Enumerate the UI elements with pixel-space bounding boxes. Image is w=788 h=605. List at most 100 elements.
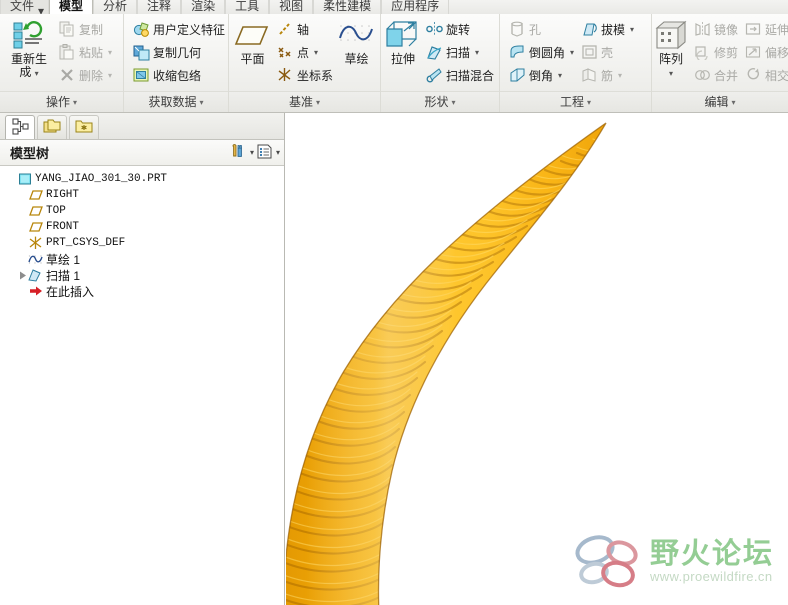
datum-csys-button[interactable]: 坐标系 [273,64,336,86]
navigator-tab-model-tree[interactable] [5,115,35,139]
shell-label: 壳 [601,45,614,60]
hole-button[interactable]: 孔 [505,18,577,40]
chevron-down-icon: ▾ [587,97,592,107]
tab-view[interactable]: 视图 [269,0,314,14]
udf-icon [132,20,150,38]
forum-watermark: 野火论坛 www.proewildfire.cn [570,531,774,591]
chevron-down-icon: ▾ [34,69,39,78]
ribbon-group-datum-label[interactable]: 基准 ▾ [229,91,380,112]
delete-icon [58,66,76,84]
watermark-url: www.proewildfire.cn [649,568,773,584]
shapes-label-text: 形状 [424,95,449,109]
intersect-icon [744,66,762,84]
offset-icon [744,43,762,61]
shell-button[interactable]: 壳 [577,41,637,63]
tree-expander-sweep-1[interactable] [17,271,28,280]
trim-label: 修剪 [714,45,739,60]
rib-button[interactable]: 筋 ▾ [577,64,637,86]
ribbon-group-operations-label[interactable]: 操作 ▾ [0,91,123,112]
shrinkwrap-button[interactable]: 收缩包络 [129,64,228,86]
tree-node-csys[interactable]: PRT_CSYS_DEF [6,235,284,251]
model-tree-title: 模型树 [10,146,50,161]
tab-flexible-modeling[interactable]: 柔性建模 [313,0,382,14]
graphics-window[interactable]: 野火论坛 www.proewildfire.cn [286,113,788,605]
chamfer-icon [508,66,526,84]
creo-parametric-window: 文件 ▾ 模型 分析 注释 渲染 工具 视图 柔性建模 应用程序 重新生 成 ▾… [0,0,788,605]
tree-node-top-plane[interactable]: TOP [6,203,284,219]
ribbon-group-editing-label[interactable]: 编辑 ▾ [652,91,788,112]
ribbon-group-get-data-label[interactable]: 获取数据 ▾ [124,91,228,112]
copy-icon [58,20,76,38]
tree-node-right-plane[interactable]: RIGHT [6,187,284,203]
draft-button[interactable]: 拔模 ▾ [577,18,637,40]
tree-node-part-label: YANG_JIAO_301_30.PRT [35,173,168,185]
tab-analysis[interactable]: 分析 [93,0,138,14]
navigator-tab-favorites[interactable] [69,115,99,139]
tab-model[interactable]: 模型 [49,0,94,14]
swept-blend-icon [425,66,443,84]
engineering-col1: 孔 倒圆角 ▾ 倒角 ▾ [503,16,577,86]
copy-geometry-button[interactable]: 复制几何 [129,41,228,63]
ribbon-group-shapes-label[interactable]: 形状 ▾ [381,91,499,112]
copy-geometry-label: 复制几何 [153,45,202,60]
datum-plane-button[interactable]: 平面 [232,16,273,66]
extrude-button[interactable]: 拉伸 [384,16,422,66]
chevron-down-icon: ▾ [630,24,635,34]
datum-point-icon [276,43,294,61]
paste-button[interactable]: 粘贴 ▾ [55,41,115,63]
intersect-label: 相交 [765,68,788,83]
tab-applications[interactable]: 应用程序 [381,0,450,14]
tree-node-part[interactable]: YANG_JIAO_301_30.PRT [6,171,284,187]
sketch-button[interactable]: 草绘 [336,16,377,66]
datum-plane-icon [28,205,43,217]
trim-button[interactable]: 修剪 [690,41,741,63]
offset-button[interactable]: 偏移 [741,41,788,63]
model-tree-header: 模型树 ▾ ▾ [0,140,284,166]
tab-file[interactable]: 文件 ▾ [0,0,50,14]
model-tree-display-button[interactable]: ▾ [256,143,280,163]
chevron-down-icon: ▾ [73,97,78,107]
chevron-down-icon: ▾ [316,97,321,107]
chamfer-button[interactable]: 倒角 ▾ [505,64,577,86]
regenerate-button[interactable]: 重新生 成 ▾ [3,16,55,80]
editing-col1: 镜像 修剪 合并 [690,16,741,86]
merge-button[interactable]: 合并 [690,64,741,86]
copy-button[interactable]: 复制 [55,18,115,40]
navigator-tab-folder-browser[interactable] [37,115,67,139]
tab-annotate[interactable]: 注释 [137,0,182,14]
extend-button[interactable]: 延伸 [741,18,788,40]
swept-blend-button[interactable]: 扫描混合 [422,64,497,86]
model-tree-settings-button[interactable]: ▾ [230,143,254,163]
datum-plane-icon [234,19,270,53]
pattern-button[interactable]: 阵列 ▾ [652,16,690,80]
draft-icon [580,20,598,38]
tree-node-sweep-1[interactable]: 扫描 1 [6,267,284,283]
ribbon: 重新生 成 ▾ 复制 粘贴 ▾ 删除 ▾ 操作 ▾ 用户定义特征 复制几何 收缩… [0,14,788,113]
paste-label: 粘贴 [79,45,104,60]
tree-node-sweep-1-label: 扫描 1 [46,268,81,283]
tab-render[interactable]: 渲染 [181,0,226,14]
mirror-button[interactable]: 镜像 [690,18,741,40]
sweep-button[interactable]: 扫描 ▾ [422,41,497,63]
udf-button[interactable]: 用户定义特征 [129,18,228,40]
revolve-button[interactable]: 旋转 [422,18,497,40]
merge-icon [693,66,711,84]
delete-button[interactable]: 删除 ▾ [55,64,115,86]
tab-tools[interactable]: 工具 [225,0,270,14]
get-data-label-text: 获取数据 [148,95,197,109]
ribbon-group-engineering: 孔 倒圆角 ▾ 倒角 ▾ 拔模 ▾ 壳 筋 ▾ 工程 ▾ [500,14,652,112]
tree-node-insert-here[interactable]: 在此插入 [6,283,284,299]
datum-point-button[interactable]: 点 ▾ [273,41,336,63]
round-button[interactable]: 倒圆角 ▾ [505,41,577,63]
swept-blend-label: 扫描混合 [446,68,495,83]
datum-csys-icon [276,66,294,84]
tree-node-front-plane[interactable]: FRONT [6,219,284,235]
tree-node-sketch-1[interactable]: 草绘 1 [6,251,284,267]
intersect-button[interactable]: 相交 [741,64,788,86]
chevron-down-icon: ▾ [275,148,280,157]
chevron-down-icon: ▾ [314,47,319,57]
datum-axis-button[interactable]: 轴 [273,18,336,40]
shrinkwrap-label: 收缩包络 [153,68,202,83]
datum-plane-icon [28,221,43,233]
ribbon-group-engineering-label[interactable]: 工程 ▾ [500,91,651,112]
